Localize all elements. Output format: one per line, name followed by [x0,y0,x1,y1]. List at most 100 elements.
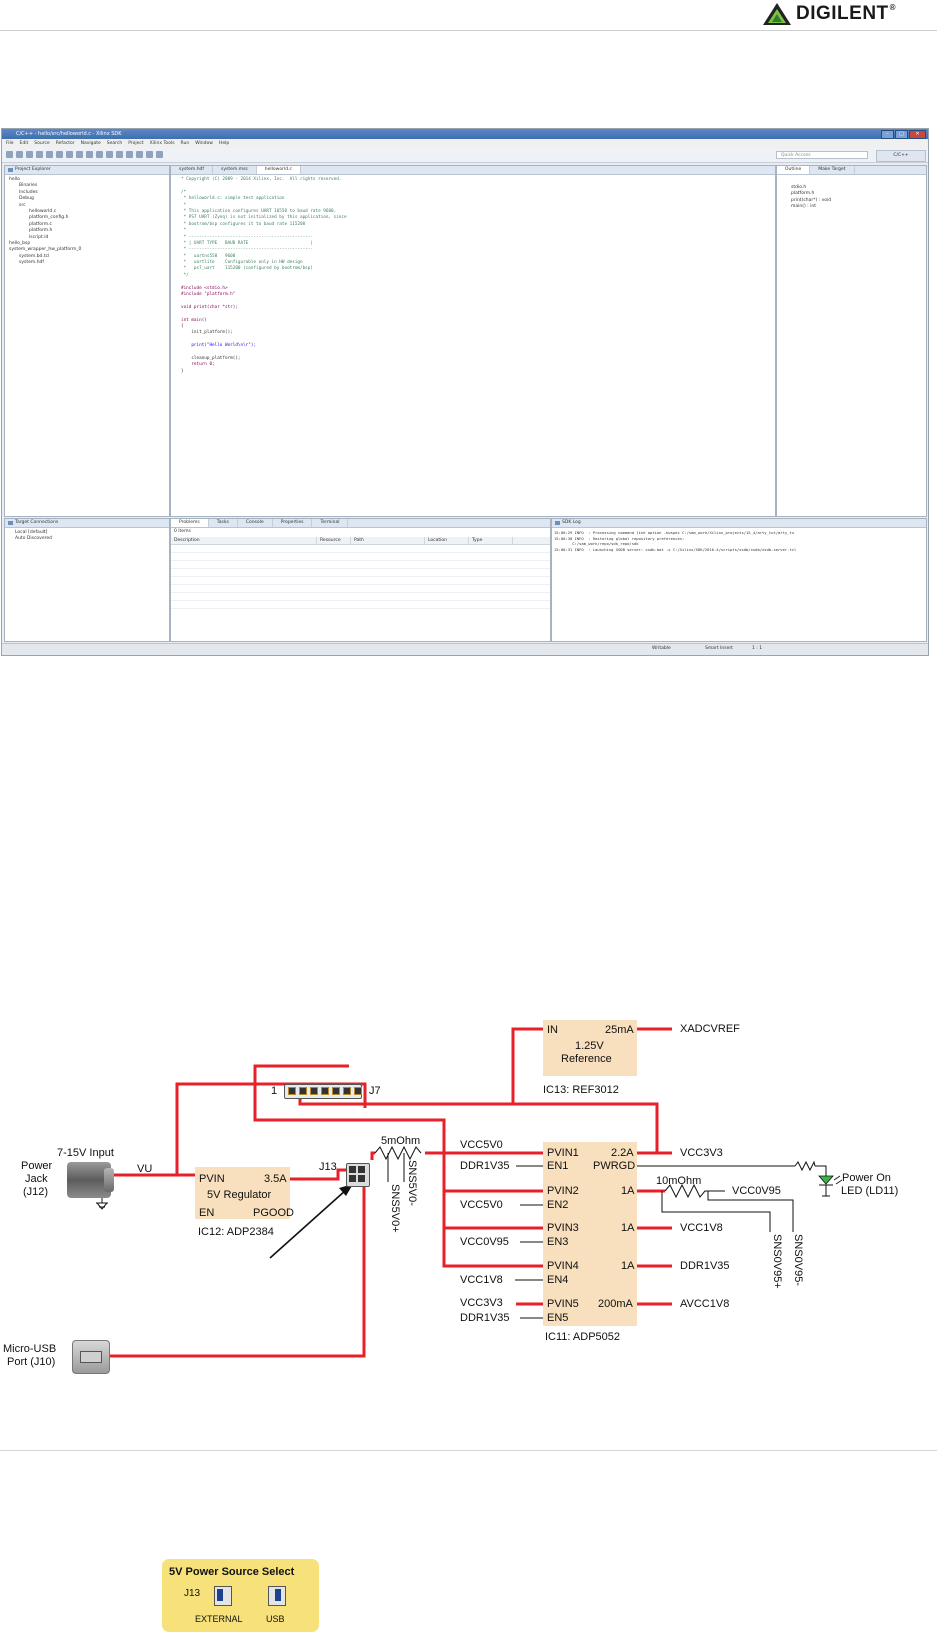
ref-current: 25mA [605,1024,634,1036]
project-explorer-pane: Project Explorer hello Binaries Includes… [4,165,170,517]
sdk-log-pane: SDK Log 15:00:29 INFO : Processing comma… [551,518,927,642]
pmic-pin: PVIN4 [547,1260,579,1272]
ref-name-1: 1.25V [575,1040,604,1052]
pmic-pin: PVIN5 [547,1298,579,1310]
column-path[interactable]: Path [351,537,425,544]
menu-window[interactable]: Window [195,141,213,146]
pmic-pin: EN3 [547,1236,569,1248]
ref-name-2: Reference [561,1053,612,1065]
problems-count: 0 items [174,529,191,534]
psel-j13: J13 [184,1588,201,1599]
prev-annotation-icon[interactable] [136,151,143,158]
hammer-icon[interactable] [56,151,63,158]
tab-project-explorer[interactable]: Project Explorer [5,166,169,175]
save-icon[interactable] [16,151,23,158]
column-resource[interactable]: Resource [317,537,351,544]
power-on-led-icon [818,1175,843,1197]
net-ddr1v35-a: DDR1V35 [460,1160,510,1172]
label-sns5v0-plus: SNS5V0+ [389,1184,401,1233]
outline-pane: Outline Make Target stdio.h platform.h p… [776,165,927,517]
menu-file[interactable]: File [6,141,14,146]
pmic-out: 1A [621,1260,635,1272]
menu-source[interactable]: Source [34,141,49,146]
pmic-part: IC11: ADP5052 [545,1331,621,1343]
forward-icon[interactable] [156,151,163,158]
tab-make-target[interactable]: Make Target [810,166,855,174]
menu-run[interactable]: Run [181,141,190,146]
label-power-jack-3: (J12) [23,1186,49,1198]
net-vcc1v8-out: VCC1V8 [680,1222,723,1234]
program-fpga-icon[interactable] [66,151,73,158]
reg-current: 3.5A [264,1173,287,1185]
menu-bar: File Edit Source Refactor Navigate Searc… [2,139,928,148]
tab-problems[interactable]: Problems [171,519,209,527]
label-sns5v0-minus: SNS5V0- [406,1160,418,1206]
close-button[interactable]: ✕ [909,130,926,139]
log-line: 15:00:31 INFO : Launching XSDB server: x… [554,546,797,552]
tab-properties[interactable]: Properties [273,519,313,527]
label-power-jack-1: Power [21,1160,53,1172]
connection-item[interactable]: Auto Discovered [15,536,169,542]
debug-icon[interactable] [86,151,93,158]
column-description[interactable]: Description [171,537,317,544]
new-icon[interactable] [6,151,13,158]
pmic-out: 1A [621,1185,635,1197]
net-vcc0v95-a: VCC0V95 [460,1236,509,1248]
label-sns0v95-plus: SNS0V95+ [771,1234,783,1289]
net-vcc1v8-a: VCC1V8 [460,1274,503,1286]
label-usb-2: Port (J10) [7,1356,56,1368]
external-tools-icon[interactable] [106,151,113,158]
back-icon[interactable] [146,151,153,158]
label-usb-1: Micro-USB [3,1343,57,1355]
menu-project[interactable]: Project [128,141,143,146]
tab-target-connections[interactable]: Target Connections [5,519,169,528]
editor-pane: system.hdf system.mss helloworld.c * Cop… [170,165,776,517]
digilent-logo-icon [763,3,791,25]
minimize-button[interactable]: – [881,130,894,139]
window-titlebar: C/C++ - hello/src/helloworld.c - Xilinx … [2,129,928,139]
print-icon[interactable] [36,151,43,158]
quick-access-input[interactable]: Quick Access [776,151,868,159]
menu-refactor[interactable]: Refactor [56,141,75,146]
reg-pvin: PVIN [199,1173,225,1185]
pmic-pin: PVIN3 [547,1222,579,1234]
pmic-pin: EN1 [547,1160,569,1172]
label-led-1: Power On [842,1172,891,1184]
menu-search[interactable]: Search [107,141,122,146]
net-xadcvref: XADCVREF [680,1023,740,1035]
perspective-cc-button[interactable]: C/C++ [876,150,926,162]
label-vu: VU [137,1163,153,1175]
j7-pin-one: 1 [271,1085,278,1097]
editor-tab-system-hdf[interactable]: system.hdf [171,166,213,174]
reg-name: 5V Regulator [207,1189,272,1201]
search-icon[interactable] [116,151,123,158]
tab-tasks[interactable]: Tasks [209,519,238,527]
editor-tab-system-mss[interactable]: system.mss [213,166,257,174]
menu-edit[interactable]: Edit [20,141,29,146]
run-icon[interactable] [96,151,103,158]
status-bar: Writable Smart Insert 1 : 1 [2,643,928,655]
next-annotation-icon[interactable] [126,151,133,158]
editor-tab-helloworld[interactable]: helloworld.c [256,166,301,174]
menu-navigate[interactable]: Navigate [81,141,101,146]
ref-part: IC13: REF3012 [543,1084,619,1096]
maximize-button[interactable]: □ [895,130,908,139]
psel-usb: USB [266,1614,285,1624]
build-icon[interactable] [46,151,53,158]
xsct-icon[interactable] [76,151,83,158]
label-input-voltage: 7-15V Input [57,1147,114,1159]
menu-xilinx-tools[interactable]: Xilinx Tools [150,141,175,146]
target-connections-pane: Target Connections Local [default] Auto … [4,518,170,642]
tree-item[interactable]: system.hdf [5,260,169,266]
column-type[interactable]: Type [469,537,513,544]
menu-help[interactable]: Help [219,141,229,146]
code-editor[interactable]: * Copyright (C) 2009 - 2014 Xilinx, Inc.… [171,175,775,375]
tab-terminal[interactable]: Terminal [312,519,349,527]
outline-item[interactable]: main() : int [791,204,926,210]
net-vcc5v0-a: VCC5V0 [460,1139,503,1151]
tab-sdk-log[interactable]: SDK Log [552,519,926,528]
tab-outline[interactable]: Outline [777,166,811,174]
save-all-icon[interactable] [26,151,33,158]
tab-console[interactable]: Console [238,519,273,527]
column-location[interactable]: Location [425,537,469,544]
